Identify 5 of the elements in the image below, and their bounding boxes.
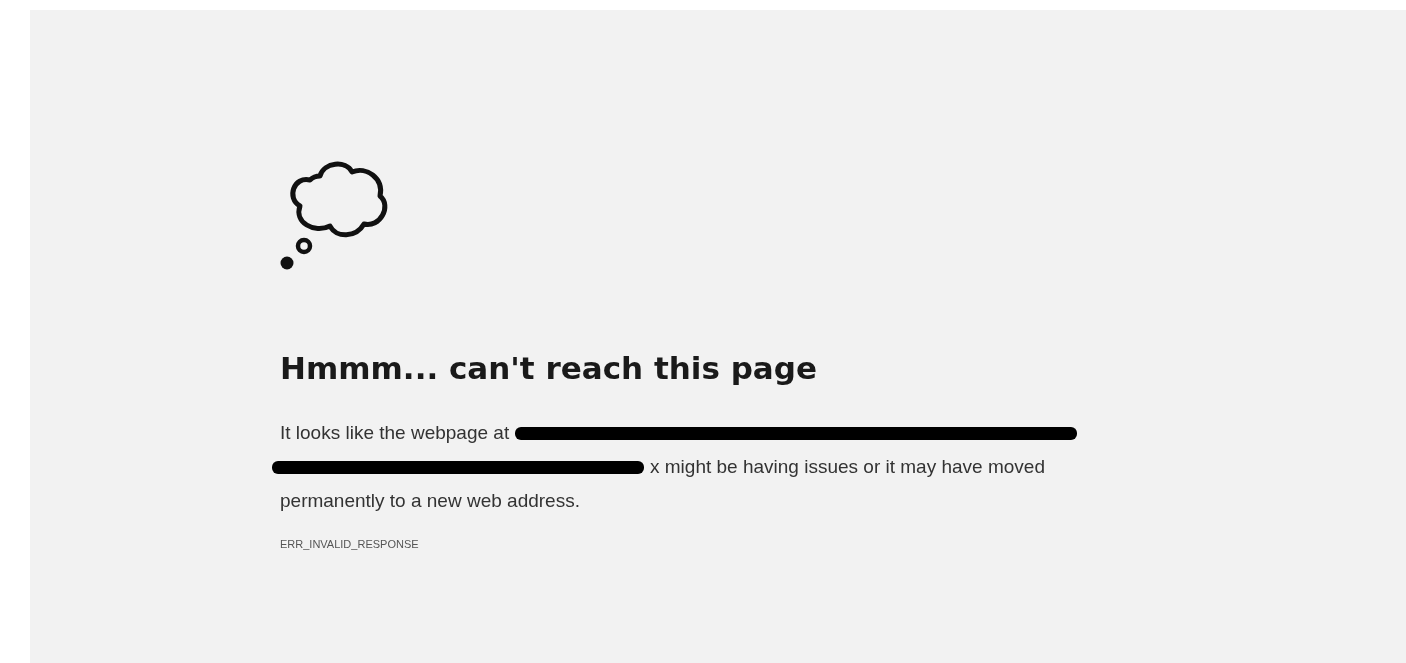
error-message: permanently to a new web address. bbox=[280, 490, 580, 512]
error-message: x might be having issues or it may have moved bbox=[650, 456, 1045, 478]
error-message: It looks like the webpage at bbox=[280, 422, 510, 444]
error-heading: Hmmm... can't reach this page bbox=[280, 350, 818, 386]
error-code: ERR_INVALID_RESPONSE bbox=[280, 538, 420, 550]
